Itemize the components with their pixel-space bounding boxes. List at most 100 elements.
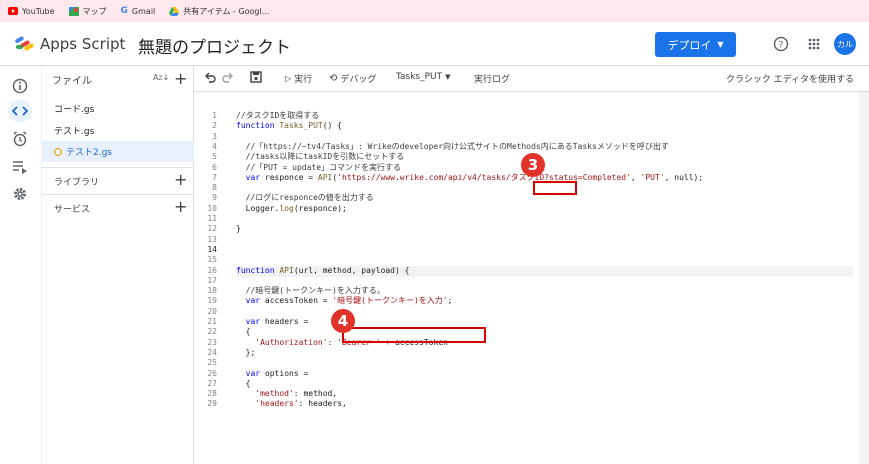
code-line[interactable]: 15 bbox=[194, 255, 859, 265]
code-line[interactable]: 12} bbox=[194, 224, 859, 234]
code-text: //ログにresponceの値を出力する bbox=[236, 193, 374, 203]
undo-icon[interactable] bbox=[204, 71, 216, 83]
code-line[interactable]: 9 //ログにresponceの値を出力する bbox=[194, 193, 859, 203]
classic-editor-link[interactable]: クラシック エディタを使用する bbox=[726, 72, 854, 85]
project-title[interactable]: 無題のプロジェクト bbox=[138, 33, 291, 58]
code-text: var responce = API('https://www.wrike.co… bbox=[245, 172, 704, 182]
code-text: }; bbox=[236, 347, 256, 357]
code-editor[interactable]: 1//タスクIDを取得する 2 function Tasks_PUT() {3 4 /… bbox=[194, 92, 859, 464]
code-line[interactable]: 20 bbox=[194, 307, 859, 317]
bookmark-shared-items[interactable]: 共有アイテム - Googl... bbox=[169, 6, 269, 17]
code-text: { bbox=[236, 327, 251, 337]
executions-list-icon[interactable] bbox=[10, 157, 30, 177]
code-line[interactable]: 17 bbox=[194, 276, 859, 286]
bookmark-gmail[interactable]: G Gmail bbox=[121, 6, 156, 16]
code-line[interactable]: 1 //タスクIDを取得する bbox=[194, 111, 859, 121]
code-line[interactable]: 10 Logger.log(responce); bbox=[194, 204, 859, 214]
apps-script-logo-icon[interactable] bbox=[14, 36, 34, 52]
code-line[interactable]: 16 function API(url, method, payload) { bbox=[194, 266, 859, 276]
run-button[interactable]: ▷ 実行 bbox=[285, 72, 312, 85]
bookmark-youtube[interactable]: YouTube bbox=[8, 7, 55, 16]
function-select[interactable]: Tasks_PUT ▼ bbox=[396, 72, 451, 82]
code-line[interactable]: 23 'Authorization': 'Bearer ' + accessTo… bbox=[194, 338, 859, 348]
code-line[interactable]: 29 'headers': headers, bbox=[194, 399, 859, 409]
file-item[interactable]: コード.gs bbox=[42, 98, 195, 119]
code-line[interactable]: 13 bbox=[194, 235, 859, 245]
debug-icon: ⟲ bbox=[329, 73, 338, 84]
google-icon: G bbox=[120, 6, 128, 16]
code-line[interactable]: 4 //「https://~tv4/Tasks」: Wrikeのdevelope… bbox=[194, 142, 859, 152]
code-line[interactable]: 3 bbox=[194, 132, 859, 142]
code-line[interactable]: 8 bbox=[194, 183, 859, 193]
line-number: 18 bbox=[207, 286, 217, 296]
add-service-plus-icon[interactable]: + bbox=[174, 197, 187, 216]
line-number: 2 bbox=[212, 121, 217, 131]
avatar[interactable]: カル bbox=[834, 33, 856, 55]
libraries-section[interactable]: ライブラリ + bbox=[42, 170, 195, 192]
code-line[interactable]: 11 bbox=[194, 214, 859, 224]
debug-button[interactable]: ⟲ デバッグ bbox=[329, 72, 376, 85]
apps-grid-icon[interactable] bbox=[806, 36, 822, 52]
settings-gear-icon[interactable] bbox=[10, 184, 30, 204]
file-item-active[interactable]: テスト2.gs bbox=[42, 141, 195, 162]
code-line[interactable]: 26 var options = bbox=[194, 369, 859, 379]
add-library-plus-icon[interactable]: + bbox=[174, 170, 187, 189]
triggers-alarm-icon[interactable] bbox=[10, 129, 30, 149]
debug-label: デバッグ bbox=[340, 75, 377, 85]
chevron-down-icon: ▼ bbox=[445, 73, 451, 81]
line-number: 11 bbox=[207, 214, 217, 223]
code-text: 'headers': headers, bbox=[255, 399, 347, 409]
left-rail bbox=[0, 66, 41, 464]
task-id-highlight-box bbox=[533, 181, 577, 195]
info-icon[interactable] bbox=[10, 76, 30, 96]
code-line[interactable]: 22 { bbox=[194, 327, 859, 337]
code-line[interactable]: 19 var accessToken = '暗号鍵(トークンキー)を入力'; bbox=[194, 296, 859, 306]
bookmark-maps[interactable]: マップ bbox=[68, 6, 107, 17]
line-number: 6 bbox=[212, 162, 217, 172]
deploy-label: デプロイ bbox=[667, 38, 712, 52]
save-icon[interactable] bbox=[250, 71, 262, 83]
apps-script-window: YouTube マップ G Gmail 共有アイテム - Googl... Ap… bbox=[0, 0, 869, 464]
code-text: //「https://~tv4/Tasks」: Wrikeのdeveloper向… bbox=[236, 141, 669, 151]
editor-scrollbar[interactable] bbox=[859, 92, 869, 464]
help-icon[interactable]: ? bbox=[773, 36, 789, 52]
code-line[interactable]: 24 }; bbox=[194, 348, 859, 358]
code-line[interactable]: 25 bbox=[194, 358, 859, 368]
code-text: 'method': method, bbox=[255, 389, 338, 399]
code-line[interactable]: 28 'method': method, bbox=[194, 389, 859, 399]
line-number: 8 bbox=[212, 183, 217, 193]
services-section[interactable]: サービス + bbox=[42, 197, 195, 219]
code-line[interactable]: 21 var headers = bbox=[194, 317, 859, 327]
function-select-value: Tasks_PUT bbox=[396, 72, 443, 82]
app-header: Apps Script 無題のプロジェクト デプロイ ▼ ? カル bbox=[0, 22, 869, 66]
code-line[interactable]: 18 //暗号鍵(トークンキー)を入力する。 bbox=[194, 286, 859, 296]
execution-log-button[interactable]: 実行ログ bbox=[474, 72, 510, 85]
code-line[interactable]: 2 function Tasks_PUT() { bbox=[194, 121, 859, 131]
code-text: var headers = bbox=[245, 317, 309, 326]
code-text: function API(url, method, payload) { bbox=[236, 265, 410, 275]
code-line[interactable]: 27 { bbox=[194, 379, 859, 389]
code-text: //タスクIDを取得する bbox=[236, 111, 320, 120]
code-text: { bbox=[236, 378, 251, 388]
file-item[interactable]: テスト.gs bbox=[42, 120, 195, 141]
deploy-button[interactable]: デプロイ ▼ bbox=[655, 32, 736, 57]
line-number: 9 bbox=[212, 193, 217, 203]
step-marker-4: 4 bbox=[331, 309, 355, 333]
line-number: 27 bbox=[207, 378, 217, 388]
line-number: 20 bbox=[207, 306, 217, 316]
line-number: 15 bbox=[207, 255, 217, 265]
line-number: 7 bbox=[212, 172, 217, 182]
add-file-plus-icon[interactable]: + bbox=[174, 69, 187, 88]
file-name: コード.gs bbox=[54, 105, 95, 115]
sort-az-icon[interactable]: AZ↓ bbox=[153, 73, 169, 82]
redo-icon[interactable] bbox=[222, 71, 234, 83]
token-highlight-box bbox=[342, 327, 486, 343]
code-editor-icon[interactable] bbox=[8, 100, 32, 122]
line-number: 4 bbox=[212, 141, 217, 151]
code-line[interactable]: 14 bbox=[194, 245, 859, 255]
files-panel: ファイル AZ↓ + コード.gs テスト.gs テスト2.gs ライブラリ +… bbox=[41, 66, 195, 464]
run-label: 実行 bbox=[294, 75, 313, 85]
line-number: 26 bbox=[207, 368, 217, 378]
line-number: 24 bbox=[207, 347, 217, 357]
code-text: } bbox=[236, 224, 241, 234]
